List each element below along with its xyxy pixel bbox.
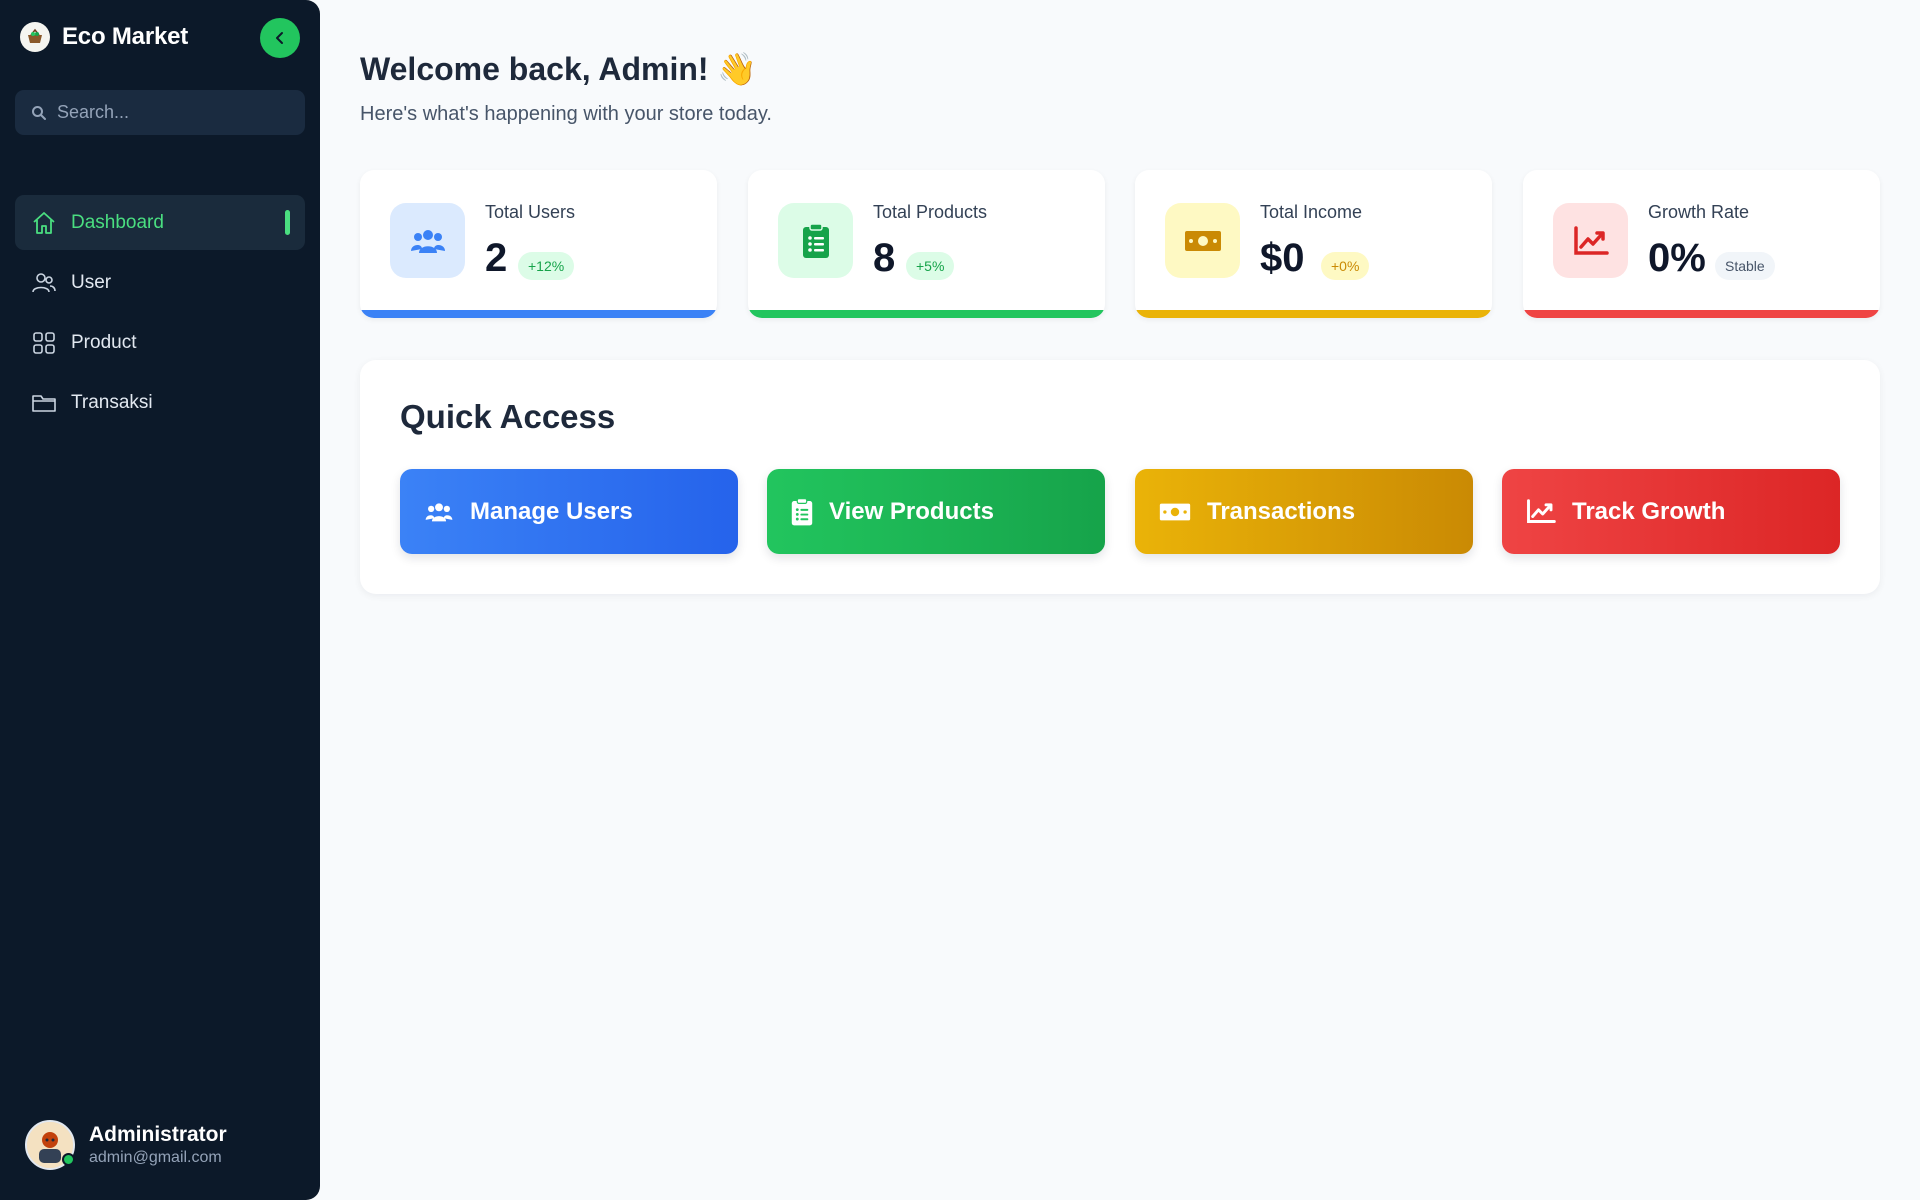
users-icon [390, 203, 465, 278]
sidebar-item-label: Dashboard [71, 211, 164, 233]
stat-color-bar [748, 310, 1105, 318]
transactions-button[interactable]: Transactions [1135, 469, 1473, 554]
stat-badge: +0% [1321, 252, 1370, 280]
online-status-dot [62, 1153, 75, 1166]
stat-label: Total Products [873, 202, 988, 222]
chevron-left-icon [276, 32, 283, 44]
stat-label: Growth Rate [1648, 202, 1750, 222]
stat-value: $0 [1260, 236, 1305, 280]
sidebar-item-label: User [71, 271, 112, 293]
basket-logo-icon [20, 22, 50, 52]
chart-line-icon [1553, 203, 1628, 278]
sidebar-nav: Dashboard User Product Transaksi [15, 195, 305, 435]
stat-card-total-products: Total Products 8 +5% [748, 170, 1105, 318]
search-icon [32, 105, 46, 120]
active-indicator [285, 210, 290, 235]
sidebar-item-user[interactable]: User [15, 255, 305, 310]
sidebar: Eco Market Dashboard User Product Transa… [0, 0, 320, 1200]
profile-name: Administrator [89, 1123, 227, 1146]
button-label: Manage Users [470, 497, 633, 525]
track-growth-button[interactable]: Track Growth [1502, 469, 1840, 554]
button-label: View Products [829, 497, 994, 525]
stat-value: 2 [485, 236, 508, 280]
button-label: Track Growth [1572, 497, 1726, 525]
clipboard-list-icon [778, 203, 853, 278]
stat-color-bar [1135, 310, 1492, 318]
grid-icon [33, 331, 55, 354]
page-subtitle: Here's what's happening with your store … [360, 103, 772, 125]
brand-name: Eco Market [62, 23, 189, 50]
stat-value: 8 [873, 236, 896, 280]
money-bill-icon [1159, 503, 1191, 520]
view-products-button[interactable]: View Products [767, 469, 1105, 554]
stat-card-growth-rate: Growth Rate 0% Stable [1523, 170, 1880, 318]
search-box [15, 90, 305, 135]
avatar [25, 1120, 75, 1170]
quick-access-title: Quick Access [400, 398, 616, 435]
sidebar-item-product[interactable]: Product [15, 315, 305, 370]
button-label: Transactions [1207, 497, 1356, 525]
users-icon [32, 272, 56, 292]
stat-badge: +5% [906, 252, 955, 280]
brand[interactable]: Eco Market [20, 22, 188, 52]
stat-badge: +12% [518, 252, 575, 280]
folder-icon [32, 394, 56, 412]
stat-value: 0% [1648, 236, 1706, 280]
stat-badge: Stable [1715, 252, 1775, 280]
stat-color-bar [1523, 310, 1880, 318]
chart-line-icon [1527, 499, 1556, 523]
users-icon [425, 502, 453, 521]
page-title: Welcome back, Admin! 👋 [360, 51, 758, 87]
home-icon [33, 211, 55, 234]
clipboard-list-icon [791, 497, 813, 525]
sidebar-item-transaksi[interactable]: Transaksi [15, 375, 305, 430]
sidebar-item-dashboard[interactable]: Dashboard [15, 195, 305, 250]
user-profile[interactable]: Administrator admin@gmail.com [25, 1120, 227, 1170]
stat-color-bar [360, 310, 717, 318]
stat-card-total-users: Total Users 2 +12% [360, 170, 717, 318]
sidebar-item-label: Product [71, 331, 137, 353]
stat-label: Total Users [485, 202, 576, 222]
sidebar-item-label: Transaksi [71, 391, 153, 413]
stat-label: Total Income [1260, 202, 1363, 222]
stat-card-total-income: Total Income $0 +0% [1135, 170, 1492, 318]
quick-access-panel: Quick Access Manage Users View Products … [360, 360, 1880, 594]
search-input[interactable] [57, 102, 287, 123]
collapse-sidebar-button[interactable] [260, 18, 300, 58]
profile-email: admin@gmail.com [89, 1149, 222, 1166]
manage-users-button[interactable]: Manage Users [400, 469, 738, 554]
money-bill-icon [1165, 203, 1240, 278]
